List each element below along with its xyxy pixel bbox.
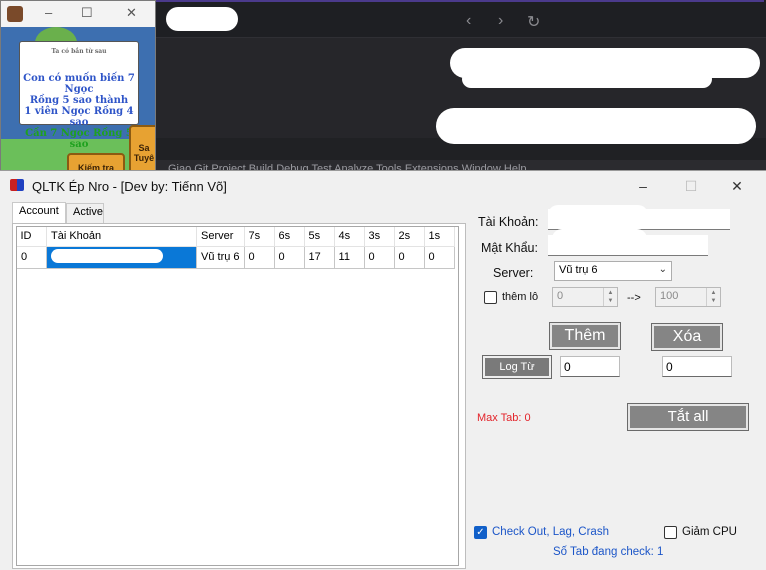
redacted-blob bbox=[548, 205, 648, 227]
column-header-7s[interactable]: 7s bbox=[244, 226, 275, 247]
log-to-input[interactable]: 0 bbox=[662, 356, 732, 377]
maximize-icon[interactable]: ☐ bbox=[676, 176, 706, 196]
app-titlebar: QLTK Ép Nro - [Dev by: Tiếnn Võ] – ☐ ✕ bbox=[0, 171, 766, 201]
dialog-title: Ta có bắn từ sau bbox=[51, 48, 107, 55]
account-label: Tài Khoản: bbox=[478, 215, 539, 229]
cell-3s: 0 bbox=[363, 245, 395, 269]
reload-icon[interactable]: ↻ bbox=[527, 12, 540, 32]
range-from-stepper[interactable]: 0 ▲ ▼ bbox=[552, 287, 618, 307]
chevron-down-icon: ⌄ bbox=[658, 264, 667, 275]
game-app-icon bbox=[7, 6, 23, 22]
redacted-blob bbox=[166, 7, 238, 31]
window-title: QLTK Ép Nro - [Dev by: Tiếnn Võ] bbox=[32, 179, 227, 194]
dialog-line: Cần 7 Ngọc Rồng 5 sao bbox=[25, 128, 133, 150]
log-from-input[interactable]: 0 bbox=[560, 356, 620, 377]
tab-active[interactable]: Active bbox=[66, 203, 104, 223]
stepper-arrows-icon[interactable]: ▲ ▼ bbox=[706, 288, 720, 306]
column-header-account[interactable]: Tài Khoản bbox=[46, 226, 197, 247]
game-scene: Ta có bắn từ sau Con có muốn biến 7 Ngọc… bbox=[1, 27, 155, 177]
column-header-server[interactable]: Server bbox=[196, 226, 245, 247]
cell-1s: 0 bbox=[423, 245, 455, 269]
column-header-5s[interactable]: 5s bbox=[304, 226, 335, 247]
dialog-line: 1 viên Ngọc Rồng 4 sao bbox=[24, 106, 134, 128]
back-icon[interactable]: ‹ bbox=[466, 12, 471, 30]
range-arrow: --> bbox=[627, 292, 641, 304]
cell-5s: 17 bbox=[303, 245, 335, 269]
close-icon[interactable]: ✕ bbox=[722, 176, 752, 196]
log-from-button[interactable]: Log Từ bbox=[482, 355, 552, 379]
redacted-blob bbox=[436, 108, 756, 144]
tab-count-status: Số Tab đang check: 1 bbox=[553, 546, 664, 558]
list-frame bbox=[16, 226, 459, 566]
redacted-blob bbox=[552, 229, 647, 251]
forward-icon[interactable]: › bbox=[498, 12, 503, 30]
column-header-1s[interactable]: 1s bbox=[424, 226, 455, 247]
column-header-4s[interactable]: 4s bbox=[334, 226, 365, 247]
cell-4s: 11 bbox=[333, 245, 365, 269]
cell-id: 0 bbox=[16, 245, 47, 269]
column-header-3s[interactable]: 3s bbox=[364, 226, 395, 247]
browser-accent-line bbox=[152, 0, 764, 2]
column-header-id[interactable]: ID bbox=[16, 226, 47, 247]
server-select-value: Vũ trụ 6 bbox=[559, 264, 598, 276]
tab-account[interactable]: Account bbox=[12, 202, 66, 224]
server-label: Server: bbox=[493, 266, 534, 280]
cell-server: Vũ trụ 6 bbox=[196, 245, 245, 269]
range-to-stepper[interactable]: 100 ▲ ▼ bbox=[655, 287, 721, 307]
game-titlebar: – ☐ ✕ bbox=[1, 1, 155, 27]
redacted-account bbox=[51, 248, 163, 263]
delete-button[interactable]: Xóa bbox=[651, 323, 723, 351]
server-select[interactable]: Vũ trụ 6 ⌄ bbox=[554, 261, 672, 281]
browser-toolbar bbox=[150, 0, 766, 38]
max-tab-label: Max Tab: 0 bbox=[477, 412, 531, 424]
account-list[interactable]: ID Tài Khoản Server 7s 6s 5s 4s 3s 2s 1s… bbox=[16, 226, 463, 269]
reduce-cpu-label: Giảm CPU bbox=[682, 526, 737, 538]
cell-account bbox=[46, 245, 197, 269]
cell-2s: 0 bbox=[393, 245, 425, 269]
cell-7s: 0 bbox=[243, 245, 275, 269]
off-all-button[interactable]: Tắt all bbox=[627, 403, 749, 431]
cell-6s: 0 bbox=[273, 245, 305, 269]
table-row[interactable]: 0 Vũ trụ 6 0 0 17 11 0 0 0 bbox=[16, 245, 455, 269]
npc-dialog: Ta có bắn từ sau Con có muốn biến 7 Ngọc… bbox=[19, 41, 139, 150]
add-lo-label: thêm lô bbox=[502, 291, 539, 303]
column-header-2s[interactable]: 2s bbox=[394, 226, 425, 247]
minimize-icon[interactable]: – bbox=[628, 176, 658, 196]
main-app-window: QLTK Ép Nro - [Dev by: Tiếnn Võ] – ☐ ✕ A… bbox=[0, 170, 766, 570]
check-out-checkbox[interactable]: ✓ bbox=[474, 526, 487, 539]
app-icon bbox=[10, 179, 24, 191]
redacted-blob bbox=[462, 70, 712, 88]
add-button[interactable]: Thêm bbox=[549, 322, 621, 350]
add-lo-checkbox[interactable] bbox=[484, 291, 497, 304]
dialog-line: Rồng 5 sao thành bbox=[29, 95, 129, 106]
check-out-label: Check Out, Lag, Crash bbox=[492, 526, 609, 538]
close-icon[interactable]: ✕ bbox=[126, 5, 137, 21]
dialog-line: Con có muốn biến 7 Ngọc bbox=[23, 73, 135, 95]
column-header-6s[interactable]: 6s bbox=[274, 226, 305, 247]
stepper-arrows-icon[interactable]: ▲ ▼ bbox=[603, 288, 617, 306]
range-to-value: 100 bbox=[660, 290, 679, 302]
account-tab-panel: ID Tài Khoản Server 7s 6s 5s 4s 3s 2s 1s… bbox=[12, 223, 466, 569]
game-window: – ☐ ✕ Ta có bắn từ sau Con có muốn biến … bbox=[0, 0, 156, 178]
password-label: Mật Khẩu: bbox=[481, 241, 538, 255]
range-from-value: 0 bbox=[557, 290, 564, 302]
game-side-button[interactable]: Sa Tuyê bbox=[129, 125, 155, 175]
reduce-cpu-checkbox[interactable] bbox=[664, 526, 677, 539]
table-header: ID Tài Khoản Server 7s 6s 5s 4s 3s 2s 1s bbox=[16, 226, 455, 247]
minimize-icon[interactable]: – bbox=[45, 5, 52, 20]
maximize-icon[interactable]: ☐ bbox=[81, 5, 93, 21]
